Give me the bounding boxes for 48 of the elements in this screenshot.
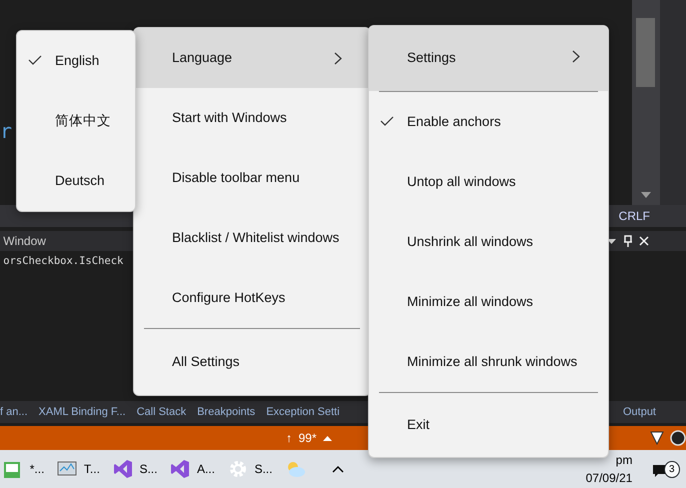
- chevron-up-icon: [332, 466, 344, 472]
- menu-item[interactable]: Language: [134, 28, 370, 88]
- scroll-thumb: [636, 18, 655, 87]
- menu-item[interactable]: Minimize all shrunk windows: [369, 332, 608, 392]
- menu-item[interactable]: 简体中文: [17, 91, 135, 151]
- line-ending-label[interactable]: CRLF: [618, 207, 650, 225]
- menu-item[interactable]: Configure HotKeys: [134, 268, 370, 328]
- close-icon: [638, 236, 649, 246]
- tool-window-tab[interactable]: Breakpoints: [197, 404, 256, 420]
- code-text: r: [0, 119, 12, 143]
- taskbar-app-label[interactable]: *...: [30, 460, 44, 478]
- menu-item[interactable]: Disable toolbar menu: [134, 148, 370, 208]
- menu-item[interactable]: English: [17, 31, 135, 91]
- vs-logo-icon: [170, 459, 190, 479]
- menu-item[interactable]: Untop all windows: [369, 152, 608, 212]
- taskbar-app-label[interactable]: A...: [196, 460, 215, 478]
- tool-window-tab[interactable]: XAML Binding F...: [38, 404, 126, 420]
- caret-up-icon: [323, 436, 332, 440]
- tool-window-tab[interactable]: f an...: [0, 404, 28, 420]
- change-count: 99*: [298, 430, 317, 447]
- menu-item[interactable]: All Settings: [134, 329, 370, 395]
- menu-item[interactable]: Unshrink all windows: [369, 212, 608, 272]
- cloud-icon: [285, 459, 306, 479]
- gear-icon: [228, 459, 248, 479]
- menu-item[interactable]: Exit: [369, 393, 608, 457]
- tool-window-tab[interactable]: Call Stack: [136, 404, 186, 420]
- clock-date[interactable]: 07/09/21: [586, 469, 632, 487]
- tool-window-tab[interactable]: Output: [622, 404, 656, 420]
- tool-window-tab[interactable]: Exception Setti: [266, 404, 340, 420]
- circle-icon: [670, 430, 686, 446]
- menu-item[interactable]: Minimize all windows: [369, 272, 608, 332]
- clock-time[interactable]: pm: [616, 451, 632, 469]
- scroll-down-icon: [641, 192, 651, 198]
- vs-logo-icon: [112, 459, 133, 479]
- pin-icon: [624, 235, 632, 247]
- menu-item[interactable]: Deutsch: [17, 151, 135, 211]
- code-line: orsCheckbox.IsCheck: [3, 255, 124, 268]
- menu-item[interactable]: Start with Windows: [134, 88, 370, 148]
- taskbar-app-label[interactable]: S...: [254, 460, 272, 478]
- panel-title: Window: [3, 233, 46, 250]
- taskbar-app-label[interactable]: S...: [139, 460, 158, 478]
- menu-item[interactable]: Enable anchors: [369, 92, 608, 152]
- taskbar-app-label[interactable]: T...: [84, 460, 100, 478]
- menu-item[interactable]: Blacklist / Whitelist windows: [134, 208, 370, 268]
- notification-count[interactable]: 3: [664, 460, 680, 478]
- arrow-glyph: ↑: [286, 430, 292, 447]
- warning-icon: [650, 431, 664, 445]
- menu-item[interactable]: Settings: [369, 26, 608, 91]
